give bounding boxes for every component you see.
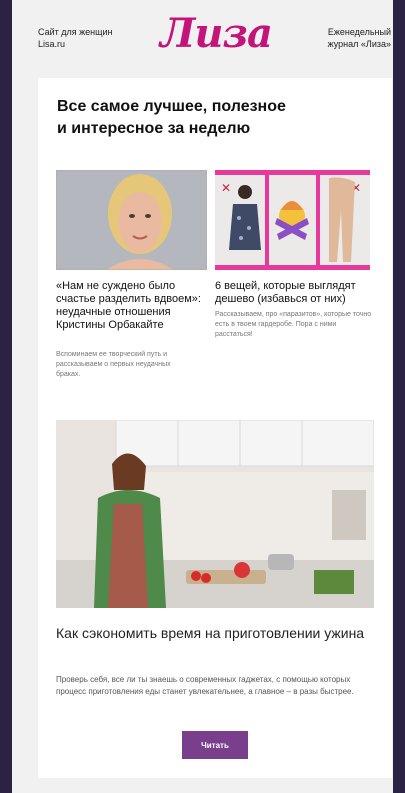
feature-description: Проверь себя, все ли ты знаешь о совреме… <box>56 675 354 696</box>
feature-image-kitchen[interactable] <box>56 420 374 608</box>
svg-text:✕: ✕ <box>221 181 231 195</box>
feature-title[interactable]: Как сэкономить время на приготовлении уж… <box>56 623 374 644</box>
email-header: Сайт для женщин Lisa.ru Лиза Еженедельны… <box>12 0 393 74</box>
site-caption-line1: Сайт для женщин <box>38 27 113 37</box>
digest-headline: Все самое лучшее, полезное и интересное … <box>57 96 357 140</box>
article-image-outfits[interactable]: ✕ ✕ <box>215 170 370 270</box>
article-image-portrait[interactable] <box>56 170 207 270</box>
article-description: Рассказываем, про «паразитов», которые т… <box>215 311 372 338</box>
content-card: Все самое лучшее, полезное и интересное … <box>38 78 392 778</box>
digest-headline-line2: и интересное за неделю <box>57 120 251 137</box>
logo[interactable]: Лиза <box>160 10 273 58</box>
site-caption-line2: Lisa.ru <box>38 39 66 49</box>
article-title[interactable]: 6 вещей, которые выглядят дешево (избавь… <box>215 280 370 306</box>
article-description: Вспоминаем ее творческий путь и рассказы… <box>56 351 171 378</box>
email-frame: Сайт для женщин Lisa.ru Лиза Еженедельны… <box>12 0 393 793</box>
outfits-illustration: ✕ ✕ <box>215 170 370 270</box>
article-title[interactable]: «Нам не суждено было счастье разделить в… <box>56 280 207 332</box>
magazine-caption[interactable]: Еженедельный журнал «Лиза» <box>281 26 391 50</box>
magazine-caption-line1: Еженедельный <box>327 27 391 37</box>
site-caption[interactable]: Сайт для женщин Lisa.ru <box>38 26 148 50</box>
portrait-illustration <box>56 170 207 270</box>
digest-headline-line1: Все самое лучшее, полезное <box>57 98 286 115</box>
kitchen-illustration <box>56 420 374 608</box>
read-button[interactable]: Читать <box>182 731 248 759</box>
magazine-caption-line2: журнал «Лиза» <box>327 39 391 49</box>
